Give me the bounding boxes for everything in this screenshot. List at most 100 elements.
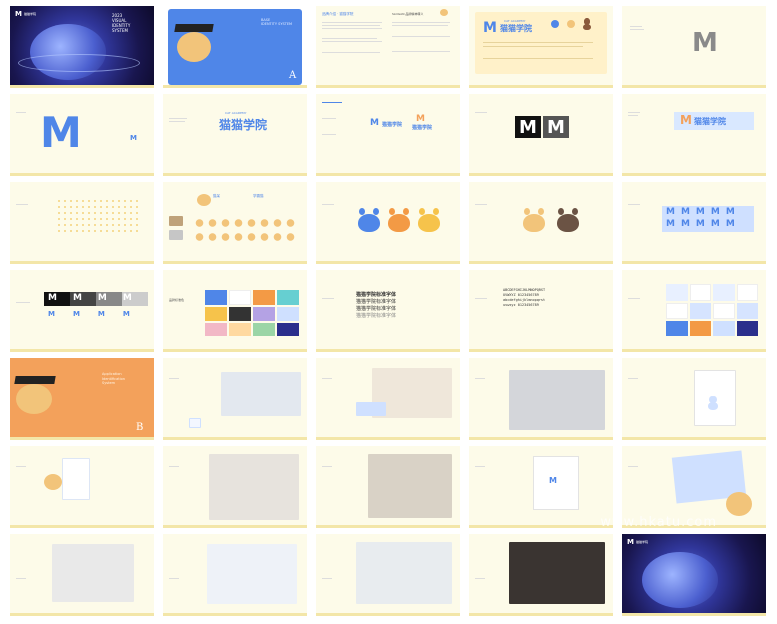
page-footer-bar [469, 613, 613, 616]
page-section-b[interactable]: Application Identification System B [10, 358, 154, 440]
mascot-caption: 猫呆 [213, 194, 220, 198]
page-footer-bar [10, 261, 154, 264]
mascot-small-icon [440, 9, 448, 16]
page-footer-bar [163, 173, 307, 176]
page-figures[interactable] [316, 534, 460, 616]
logo-m-large-icon: M [40, 108, 82, 157]
page-paws-two[interactable] [469, 182, 613, 264]
logo-m-gray-icon: M [692, 28, 718, 58]
page-tags[interactable] [10, 446, 154, 528]
page-paws-colors[interactable] [316, 182, 460, 264]
page-section-a[interactable]: BASE IDENTITY SYSTEM A [163, 6, 307, 88]
page-m-pattern[interactable]: MMMMM MMMMM [622, 182, 766, 264]
page-tshirt[interactable]: M [469, 446, 613, 528]
mascot-icon [567, 20, 575, 28]
figures-photo [356, 542, 452, 604]
m-pattern-row: MMMMM [666, 219, 741, 229]
logo-circle-icon [551, 20, 559, 28]
page-back-cover[interactable]: M 猫猫学院 [622, 534, 766, 616]
section-a-title: BASE IDENTITY SYSTEM [261, 18, 293, 26]
logo-text: 猫猫学院 [500, 24, 532, 33]
page-business-card[interactable] [163, 358, 307, 440]
tag-mockup [62, 458, 90, 500]
page-font-cn[interactable]: 猫猫学院标准字体 猫猫学院标准字体 猫猫学院标准字体 猫猫学院标准字体 [316, 270, 460, 352]
page-m-mono-variants[interactable]: MMMM MMMM [10, 270, 154, 352]
back-logo-text: 猫猫学院 [636, 540, 649, 544]
back-logo-icon: M [627, 538, 634, 546]
mascot-expressions-grid [193, 216, 297, 244]
photo-thumb [169, 230, 183, 240]
page-footer-bar [163, 261, 307, 264]
logo-text-small: 猫猫学院 [382, 122, 403, 128]
page-applications-grid[interactable] [622, 270, 766, 352]
storefront-photo [509, 542, 605, 604]
page-logo-mono[interactable]: M M [469, 94, 613, 176]
cover-logo-icon: M [15, 10, 22, 18]
grad-cap-icon [174, 24, 214, 32]
page-footer-bar [469, 437, 613, 440]
paw-icon [583, 18, 591, 30]
application-thumbs [666, 284, 758, 336]
photo-thumb [169, 216, 183, 226]
page-footer-bar [163, 437, 307, 440]
page-footer-bar [316, 613, 460, 616]
envelope-thumb [356, 402, 386, 416]
mono-m-row: MMMM [48, 293, 148, 303]
mascot-caption: 学霸猫 [253, 194, 264, 198]
page-cap[interactable] [10, 534, 154, 616]
palette-label: 品牌标准色 [169, 298, 185, 302]
logo-text-stacked: 猫猫学院 [412, 125, 433, 131]
mascot-icon [177, 32, 211, 62]
page-envelope[interactable] [316, 358, 460, 440]
card-thumb [189, 418, 201, 428]
page-heading: 品牌介绍 · 猫猫学院 [322, 12, 354, 16]
cover-title: 2023 VISUAL IDENTITY SYSTEM [112, 13, 130, 33]
page-footer-bar [10, 173, 154, 176]
page-mascot[interactable]: 猫呆 学霸猫 [163, 182, 307, 264]
page-cover[interactable]: M 猫猫学院 2023 VISUAL IDENTITY SYSTEM [10, 6, 154, 88]
logo-sub: CAT ACADEMY [225, 111, 247, 115]
page-bags[interactable] [316, 446, 460, 528]
page-logo-grid[interactable]: M M [10, 94, 154, 176]
page-footer-bar [316, 261, 460, 264]
page-footer-bar [469, 85, 613, 88]
paw-icon [708, 396, 718, 410]
page-footer-bar [316, 85, 460, 88]
page-font-en[interactable]: ABCDEFGHIJKLMNOPQRST UVWXYZ 0123456789 a… [469, 270, 613, 352]
page-footer-bar [469, 525, 613, 528]
page-brand-intro[interactable]: 品牌介绍 · 猫猫学院 SLOGAN 品牌精神释义 [316, 6, 460, 88]
m-pattern-row: MMMMM [666, 207, 741, 217]
paw-blue-icon [358, 208, 380, 232]
page-color-palette[interactable]: 品牌标准色 [163, 270, 307, 352]
page-logo-m[interactable]: M [622, 6, 766, 88]
page-folder[interactable] [622, 358, 766, 440]
mascot-icon [726, 492, 752, 516]
logo-m-small-icon: M [130, 134, 137, 142]
page-stationery[interactable] [469, 358, 613, 440]
page-mugs[interactable] [163, 446, 307, 528]
cover-logo-text: 猫猫学院 [24, 12, 37, 16]
page-footer-bar [622, 349, 766, 352]
logo-m-orange-icon: M [680, 113, 692, 127]
page-footer-bar [163, 349, 307, 352]
page-footer-bar [622, 613, 766, 616]
logo-m-icon: M [370, 118, 379, 128]
page-logo-wordmark[interactable]: CAT ACADEMY 猫猫学院 [163, 94, 307, 176]
stationery-photo [509, 370, 605, 430]
logo-m-white-icon: M [547, 117, 565, 138]
paw-yellow-icon [418, 208, 440, 232]
page-pattern[interactable] [10, 182, 154, 264]
page-footer-bar [163, 613, 307, 616]
page-logo-overview[interactable]: M 猫猫学院 CAT ACADEMY [469, 6, 613, 88]
page-footer-bar [10, 349, 154, 352]
page-footer-bar [10, 525, 154, 528]
page-storefront[interactable] [469, 534, 613, 616]
page-logo-bg[interactable]: M 猫猫学院 [622, 94, 766, 176]
phone-case-photo [207, 544, 297, 604]
page-phone-case[interactable] [163, 534, 307, 616]
business-card-photo [221, 372, 301, 416]
page-footer-bar [10, 613, 154, 616]
paw-brown-icon [557, 208, 579, 232]
mugs-photo [209, 454, 299, 520]
page-logo-combos[interactable]: M 猫猫学院 M 猫猫学院 [316, 94, 460, 176]
